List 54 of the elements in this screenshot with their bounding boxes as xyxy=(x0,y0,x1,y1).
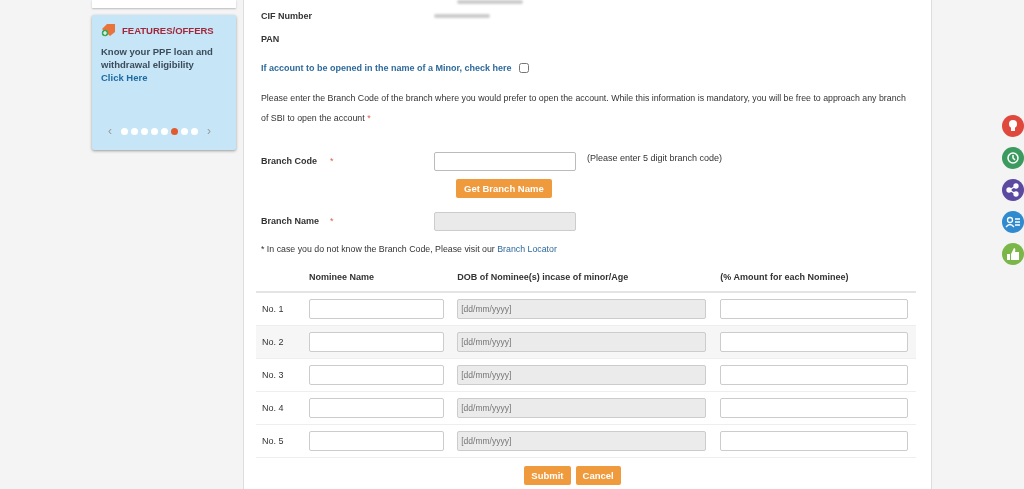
carousel-dot[interactable] xyxy=(191,127,198,135)
carousel-dot[interactable] xyxy=(171,127,178,135)
cancel-button[interactable]: Cancel xyxy=(575,466,621,485)
minor-checkbox[interactable] xyxy=(518,63,529,73)
carousel-dot[interactable] xyxy=(121,127,128,135)
offers-text: Know your PPF loan and withdrawal eligibility Click Here xyxy=(101,45,214,84)
previous-arrow[interactable]: ‹ xyxy=(108,124,112,138)
nominee-name-field[interactable] xyxy=(309,431,444,451)
amount-field[interactable] xyxy=(720,431,909,451)
row-label: No. 5 xyxy=(262,436,284,446)
nominee-name-field[interactable] xyxy=(309,398,444,418)
share-icon[interactable] xyxy=(1002,179,1024,201)
branch-locator-link[interactable]: Branch Locator xyxy=(497,244,557,254)
carousel-dot[interactable] xyxy=(131,127,138,135)
carousel-dot[interactable] xyxy=(181,127,188,135)
carousel-dot[interactable] xyxy=(151,127,158,135)
nominee-name-field[interactable] xyxy=(309,365,444,385)
note-text: * In case you do not know the Branch Code, Please visit our Branch Locator xyxy=(261,244,558,254)
offers-title: FEATURES/OFFERS xyxy=(122,24,214,36)
required-mark: * xyxy=(330,156,335,166)
amount-field[interactable] xyxy=(720,365,909,385)
thumbs-up-icon[interactable] xyxy=(1002,243,1024,265)
carousel-dot[interactable] xyxy=(141,127,148,135)
masked-value xyxy=(434,13,490,18)
submit-button[interactable]: Submit xyxy=(524,466,571,485)
click-here-link[interactable]: Click Here xyxy=(101,72,148,83)
column-header: DOB of Nominee(s) incase of minor/Age xyxy=(457,272,629,282)
row-label: No. 3 xyxy=(262,370,284,380)
row-label: No. 2 xyxy=(262,337,284,347)
field-label: Branch Code xyxy=(261,156,318,166)
amount-field[interactable] xyxy=(720,299,909,319)
field-label: Branch Name xyxy=(261,216,321,226)
carousel-dot[interactable] xyxy=(161,127,168,135)
amount-field[interactable] xyxy=(720,398,909,418)
next-arrow[interactable]: › xyxy=(207,124,211,138)
branch-code-field[interactable] xyxy=(434,151,576,171)
field-label: CIF Number xyxy=(261,10,313,21)
tag-icon xyxy=(101,23,117,37)
get-branch-name-button[interactable]: Get Branch Name xyxy=(456,179,552,198)
nominee-name-field[interactable] xyxy=(309,332,444,352)
minor-label: If account to be opened in the name of a Minor, check here xyxy=(261,63,512,73)
field-hint: (Please enter 5 digit branch code) xyxy=(587,153,723,163)
required-mark: * xyxy=(330,216,335,226)
nominee-name-field[interactable] xyxy=(309,299,444,319)
amount-field[interactable] xyxy=(720,332,909,352)
instruction-text: Please enter the Branch Code of the branch where you would prefer to open the account. While this information is mandatory, you will be free to approach any branch of SBI to open the account * xyxy=(261,92,907,125)
column-header: (% Amount for each Nominee) xyxy=(720,272,849,282)
lightbulb-icon[interactable] xyxy=(1002,115,1024,137)
row-label: No. 1 xyxy=(262,304,284,314)
row-label: No. 4 xyxy=(262,403,284,413)
field-label: PAN xyxy=(261,33,281,44)
column-header: Nominee Name xyxy=(309,272,375,282)
clock-icon[interactable] xyxy=(1002,147,1024,169)
profile-list-icon[interactable] xyxy=(1002,211,1024,233)
